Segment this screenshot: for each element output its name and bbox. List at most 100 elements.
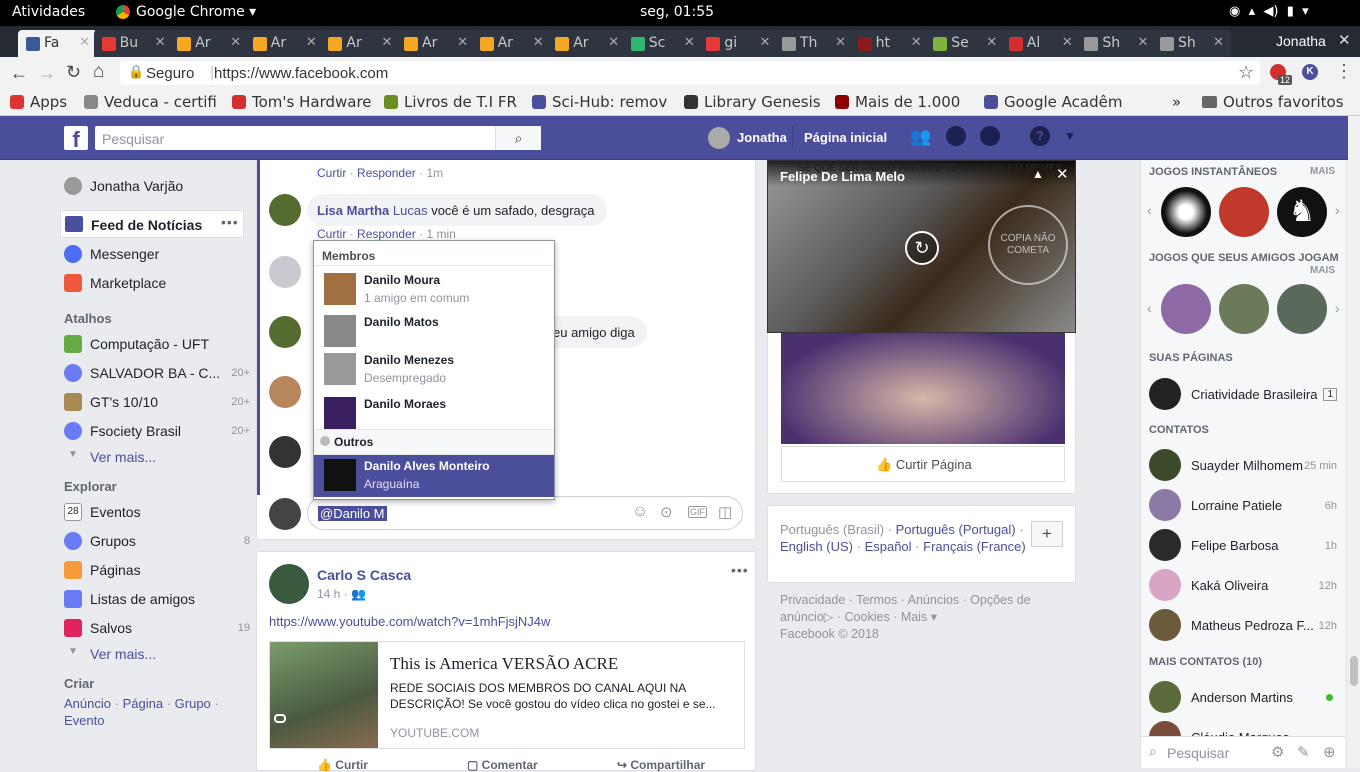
new-message-icon[interactable]: ✎ xyxy=(1297,743,1310,761)
chrome-menu-icon[interactable]: ⋮ xyxy=(1335,61,1353,82)
browser-tab[interactable]: gi ✕ xyxy=(698,30,778,57)
user-avatar[interactable] xyxy=(708,127,730,149)
scrollbar-thumb[interactable] xyxy=(1350,656,1358,686)
page-item[interactable]: Criatividade Brasileira 1 xyxy=(1149,378,1337,412)
friend-game-avatar[interactable] xyxy=(1277,284,1327,334)
browser-tab[interactable]: Sc ✕ xyxy=(622,30,702,57)
bookmarks-overflow[interactable]: » xyxy=(1172,93,1181,111)
shortcut-item[interactable]: Fsociety Brasil 20+ xyxy=(64,420,250,444)
create-ad-link[interactable]: Anúncio xyxy=(64,696,111,711)
bookmark-item[interactable]: Google Acadêm xyxy=(984,93,1134,111)
reload-icon[interactable]: ↻ xyxy=(66,62,81,83)
home-link[interactable]: Página inicial xyxy=(804,130,887,145)
close-tab-icon[interactable]: ✕ xyxy=(457,35,468,50)
new-group-icon[interactable]: ⊕ xyxy=(1323,743,1336,761)
mention-option[interactable]: Danilo Menezes Desempregado xyxy=(314,349,554,391)
clock[interactable]: seg, 01:55 xyxy=(640,4,714,20)
commenter-avatar[interactable] xyxy=(269,194,301,226)
activities-button[interactable]: Atividades xyxy=(12,4,85,20)
shortcut-item[interactable]: GT's 10/10 20+ xyxy=(64,391,250,415)
language-option[interactable]: Español xyxy=(865,539,912,554)
floating-video-player[interactable]: SE QUE SER AMIGO PARA DE TE MARCAR EM ME… xyxy=(767,160,1076,333)
video-owner-name[interactable]: Felipe De Lima Melo xyxy=(780,169,905,184)
browser-tab[interactable]: Ar ✕ xyxy=(169,30,249,57)
close-icon[interactable]: ✕ xyxy=(1056,165,1069,183)
account-menu-chevron-down-icon[interactable]: ▼ xyxy=(1064,129,1076,143)
more-link[interactable]: Mais xyxy=(901,610,927,624)
mention-option[interactable]: Danilo Matos xyxy=(314,311,554,353)
forward-arrow-icon[interactable]: → xyxy=(38,63,56,84)
explore-see-more[interactable]: ▼ Ver mais... xyxy=(64,643,244,667)
contact-item[interactable]: Lorraine Patiele 6h xyxy=(1149,489,1337,523)
like-comment-link[interactable]: Curtir xyxy=(317,227,346,241)
close-tab-icon[interactable]: ✕ xyxy=(911,35,922,50)
help-icon[interactable]: ? xyxy=(1030,126,1050,146)
post-time[interactable]: 14 h xyxy=(317,587,340,601)
browser-tab[interactable]: Ar ✕ xyxy=(547,30,627,57)
close-tab-icon[interactable]: ✕ xyxy=(1062,35,1073,50)
browser-tab[interactable]: Sh ✕ xyxy=(1152,30,1231,57)
explore-item[interactable]: Páginas xyxy=(64,559,244,583)
nav-profile[interactable]: Jonatha Varjão xyxy=(64,175,244,199)
language-option[interactable]: English (US) xyxy=(780,539,853,554)
commenter-avatar[interactable] xyxy=(269,436,301,468)
language-option[interactable]: Português (Portugal) xyxy=(896,522,1016,537)
omnibox[interactable]: 🔒 Seguro | https://www.facebook.com ☆ xyxy=(120,61,1260,85)
gif-icon[interactable]: GIF xyxy=(688,506,707,518)
chat-search-bar[interactable]: ⌕ Pesquisar ⚙ ✎ ⊕ xyxy=(1141,736,1345,768)
shortcut-item[interactable]: SALVADOR BA - C... 20+ xyxy=(64,362,250,386)
browser-tab[interactable]: Ar ✕ xyxy=(244,30,324,57)
facebook-logo-icon[interactable]: f xyxy=(64,126,88,152)
expand-icon[interactable]: ▲ xyxy=(1032,167,1044,181)
close-tab-icon[interactable]: ✕ xyxy=(79,35,90,50)
profile-link[interactable]: Jonatha xyxy=(737,130,787,145)
post-options-icon[interactable]: ••• xyxy=(731,562,749,578)
commenter-avatar[interactable] xyxy=(269,376,301,408)
messenger-icon[interactable] xyxy=(946,126,966,146)
commenter-avatar[interactable] xyxy=(269,256,301,288)
friend-game-avatar[interactable] xyxy=(1219,284,1269,334)
replay-icon[interactable]: ↻ xyxy=(905,231,939,265)
bookmark-item[interactable]: Sci-Hub: remov xyxy=(532,93,677,111)
add-language-button[interactable]: + xyxy=(1031,521,1063,547)
shortcuts-see-more[interactable]: ▼ Ver mais... xyxy=(64,446,244,470)
close-tab-icon[interactable]: ✕ xyxy=(306,35,317,50)
chevron-left-icon[interactable]: ‹ xyxy=(1147,202,1152,218)
other-bookmarks[interactable]: Outros favoritos xyxy=(1202,93,1344,111)
camera-icon[interactable]: ⊙ xyxy=(660,503,673,521)
browser-tab[interactable]: Ar ✕ xyxy=(320,30,400,57)
post-link[interactable]: https://www.youtube.com/watch?v=1mhFjsjN… xyxy=(269,614,550,629)
more-options-icon[interactable]: ••• xyxy=(221,214,239,230)
emoji-icon[interactable]: ☺ xyxy=(632,503,648,521)
page-scrollbar[interactable] xyxy=(1348,116,1360,768)
create-group-link[interactable]: Grupo xyxy=(175,696,211,711)
contact-item[interactable]: Matheus Pedroza F... 12h xyxy=(1149,609,1337,643)
game-icon[interactable] xyxy=(1219,187,1269,237)
shortcut-item[interactable]: Computação - UFT xyxy=(64,333,244,357)
close-tab-icon[interactable]: ✕ xyxy=(1137,35,1148,50)
comment-button[interactable]: ▢ Comentar xyxy=(467,758,538,772)
friend-game-avatar[interactable] xyxy=(1161,284,1211,334)
contact-item[interactable]: Felipe Barbosa 1h xyxy=(1149,529,1337,563)
contact-item[interactable]: Suayder Milhomem 25 min xyxy=(1149,449,1337,483)
browser-tab[interactable]: Bu ✕ xyxy=(93,30,173,57)
game-bowling[interactable] xyxy=(1161,187,1211,237)
close-tab-icon[interactable]: ✕ xyxy=(1213,35,1224,50)
like-comment-link[interactable]: Curtir xyxy=(317,166,346,180)
close-tab-icon[interactable]: ✕ xyxy=(230,35,241,50)
close-tab-icon[interactable]: ✕ xyxy=(381,35,392,50)
nav-messenger[interactable]: Messenger xyxy=(64,243,244,267)
notifications-globe-icon[interactable] xyxy=(980,126,1000,146)
bookmark-star-icon[interactable]: ☆ xyxy=(1238,62,1254,83)
browser-tab[interactable]: Th ✕ xyxy=(774,30,853,57)
fb-search-field[interactable]: Pesquisar ⌕ xyxy=(95,126,541,150)
bookmark-item[interactable]: Apps xyxy=(10,93,70,111)
commenter-name[interactable]: Lisa Martha xyxy=(317,203,389,218)
author-avatar[interactable] xyxy=(269,564,309,604)
explore-item[interactable]: Salvos 19 xyxy=(64,617,250,641)
tagged-user[interactable]: Lucas xyxy=(393,203,428,218)
game-chess[interactable]: ♞ xyxy=(1277,187,1327,237)
close-tab-icon[interactable]: ✕ xyxy=(608,35,619,50)
page-cover-image[interactable] xyxy=(781,330,1065,444)
k-extension-icon[interactable]: K xyxy=(1302,64,1318,80)
